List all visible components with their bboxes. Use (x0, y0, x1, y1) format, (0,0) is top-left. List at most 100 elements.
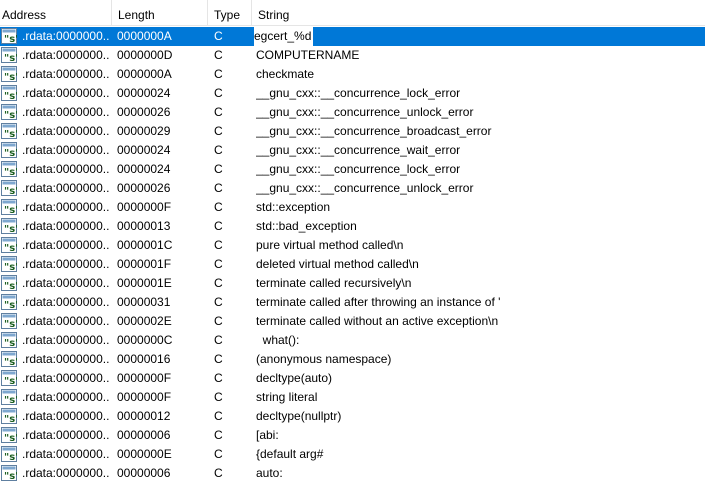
row-string: (anonymous namespace) (256, 352, 392, 366)
table-row[interactable]: "s" .rdata:0000000... 0000001E Cterminate c… (0, 274, 705, 293)
row-string-cell: egcert_%d (254, 27, 705, 46)
row-length: 0000000E (117, 447, 172, 461)
column-header-address[interactable]: Address (0, 0, 112, 26)
row-type: C (214, 219, 223, 233)
table-row[interactable]: "s" .rdata:0000000... 00000013 Cstd::bad_ex… (0, 217, 705, 236)
string-literal-icon: "s" (1, 332, 17, 348)
svg-text:"s": "s" (4, 53, 17, 63)
row-string-cell: checkmate (256, 65, 705, 84)
table-row[interactable]: "s" .rdata:0000000... 00000006 Cauto: (0, 464, 705, 483)
column-header-type[interactable]: Type (208, 0, 252, 26)
table-row[interactable]: "s" .rdata:0000000... 00000006 C [abi: (0, 426, 705, 445)
column-header-string[interactable]: String (252, 0, 705, 26)
string-literal-icon: "s" (1, 123, 17, 139)
row-length: 0000000D (117, 48, 173, 62)
row-string: __gnu_cxx::__concurrence_unlock_error (256, 181, 474, 195)
row-address: .rdata:0000000... (22, 86, 110, 100)
string-literal-icon: "s" (1, 351, 17, 367)
table-row[interactable]: "s" .rdata:0000000... 0000000F Cstd::except… (0, 198, 705, 217)
svg-text:"s": "s" (4, 395, 17, 405)
string-literal-icon: "s" (1, 370, 17, 386)
row-address: .rdata:0000000... (22, 238, 110, 252)
row-address: .rdata:0000000... (22, 200, 110, 214)
row-string-cell: [abi: (256, 426, 705, 445)
svg-text:"s": "s" (4, 281, 17, 291)
row-address: .rdata:0000000... (22, 219, 110, 233)
table-row[interactable]: "s" .rdata:0000000... 0000000F Cdecltype(au… (0, 369, 705, 388)
table-row[interactable]: "s" .rdata:0000000... 0000002E Cterminate c… (0, 312, 705, 331)
table-row[interactable]: "s" .rdata:0000000... 00000026 C __gnu_cxx::… (0, 179, 705, 198)
row-address: .rdata:0000000... (22, 447, 110, 461)
table-row[interactable]: "s" .rdata:0000000... 0000000D C COMPUTERNAM… (0, 46, 705, 65)
table-row[interactable]: "s" .rdata:0000000... 0000000A Ccheckmate (0, 65, 705, 84)
svg-text:"s": "s" (4, 129, 17, 139)
table-row[interactable]: "s" .rdata:0000000... 00000031 Cterminate c… (0, 293, 705, 312)
row-string: __gnu_cxx::__concurrence_wait_error (256, 143, 461, 157)
row-address: .rdata:0000000... (22, 352, 110, 366)
row-string: decltype(auto) (256, 371, 333, 385)
svg-text:"s": "s" (4, 72, 17, 82)
row-address: .rdata:0000000... (22, 162, 110, 176)
row-type: C (214, 295, 223, 309)
row-length: 00000024 (117, 86, 171, 100)
svg-text:"s": "s" (4, 91, 17, 101)
row-string: __gnu_cxx::__concurrence_lock_error (256, 86, 461, 100)
row-address: .rdata:0000000... (22, 48, 110, 62)
row-length: 0000002E (117, 314, 172, 328)
row-address: .rdata:0000000... (22, 257, 110, 271)
table-row[interactable]: "s" .rdata:0000000... 00000026 C __gnu_cxx::… (0, 103, 705, 122)
svg-text:"s": "s" (4, 262, 17, 272)
table-row[interactable]: "s" .rdata:0000000... 0000001C Cpure virtua… (0, 236, 705, 255)
table-row[interactable]: "s" .rdata:0000000... 0000001F Cdeleted vir… (0, 255, 705, 274)
row-type: C (214, 352, 223, 366)
string-literal-icon: "s" (1, 313, 17, 329)
svg-text:"s": "s" (4, 167, 17, 177)
table-row[interactable]: "s" .rdata:0000000... 00000029 C __gnu_cxx::… (0, 122, 705, 141)
row-address: .rdata:0000000... (22, 314, 110, 328)
string-literal-icon: "s" (1, 161, 17, 177)
row-string-cell: decltype(nullptr) (256, 407, 705, 426)
svg-text:"s": "s" (4, 110, 17, 120)
row-string-cell: deleted virtual method called\n (256, 255, 705, 274)
row-string-cell: __gnu_cxx::__concurrence_lock_error (256, 84, 705, 103)
table-row[interactable]: "s" .rdata:0000000... 0000000C C what(): (0, 331, 705, 350)
row-string-cell: std::exception (256, 198, 705, 217)
column-header-length[interactable]: Length (112, 0, 208, 26)
row-type: C (214, 390, 223, 404)
svg-text:"s": "s" (4, 338, 17, 348)
row-type: C (214, 238, 223, 252)
row-length: 00000012 (117, 409, 171, 423)
svg-text:"s": "s" (4, 34, 17, 44)
string-literal-icon: "s" (1, 66, 17, 82)
table-row[interactable]: "s" .rdata:0000000... 00000024 C __gnu_cxx::… (0, 84, 705, 103)
row-string: what(): (256, 333, 300, 347)
row-string: COMPUTERNAME (256, 48, 360, 62)
row-string: checkmate (256, 67, 315, 81)
row-string-cell: std::bad_exception (256, 217, 705, 236)
row-length: 0000000F (117, 371, 172, 385)
row-address: .rdata:0000000... (22, 29, 110, 43)
row-length: 0000000C (117, 333, 173, 347)
table-row[interactable]: "s" .rdata:0000000... 00000012 Cdecltype(nu… (0, 407, 705, 426)
table-row[interactable]: "s" .rdata:0000000... 00000024 C __gnu_cxx::… (0, 160, 705, 179)
table-row[interactable]: "s" .rdata:0000000... 0000000E C {default ar… (0, 445, 705, 464)
table-row[interactable]: "s" .rdata:0000000... 00000016 C (anonymous … (0, 350, 705, 369)
strings-window: Address Length Type String "s" .rdata:000… (0, 0, 705, 487)
svg-text:"s": "s" (4, 452, 17, 462)
row-address: .rdata:0000000... (22, 67, 110, 81)
row-string-cell: terminate called without an active excep… (256, 312, 705, 331)
row-string-cell: __gnu_cxx::__concurrence_lock_error (256, 160, 705, 179)
row-length: 0000000A (117, 29, 172, 43)
row-string: egcert_%d (254, 27, 314, 46)
table-row[interactable]: "s" .rdata:0000000... 0000000F Cstring lite… (0, 388, 705, 407)
table-row[interactable]: "s" .rdata:0000000... 00000024 C __gnu_cxx::… (0, 141, 705, 160)
row-type: C (214, 409, 223, 423)
table-row[interactable]: "s" .rdata:0000000... 0000000A Cegcert_%d (0, 27, 705, 46)
row-length: 00000006 (117, 466, 171, 480)
row-type: C (214, 124, 223, 138)
row-string-cell: what(): (256, 331, 705, 350)
svg-text:"s": "s" (4, 300, 17, 310)
svg-text:"s": "s" (4, 148, 17, 158)
row-string: {default arg# (256, 447, 324, 461)
row-address: .rdata:0000000... (22, 466, 110, 480)
